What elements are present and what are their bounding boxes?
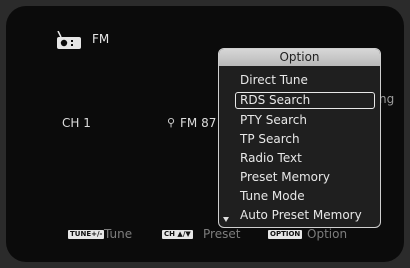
menu-item-direct-tune[interactable]: Direct Tune xyxy=(219,71,380,90)
partial-text: ng xyxy=(379,92,395,106)
scroll-down-icon[interactable] xyxy=(223,217,229,222)
menu-list: Direct Tune RDS Search PTY Search TP Sea… xyxy=(219,71,380,225)
tune-hint-label: Tune xyxy=(104,227,133,241)
menu-item-radio-text[interactable]: Radio Text xyxy=(219,149,380,168)
tv-screen: FM CH 1 ⚲ FM 87 ng TUNE+/- Tune CH ▲/▼ P… xyxy=(6,6,404,262)
menu-item-pty-search[interactable]: PTY Search xyxy=(219,111,380,130)
menu-item-tp-search[interactable]: TP Search xyxy=(219,130,380,149)
option-hint-label: Option xyxy=(307,227,348,241)
menu-item-rds-search[interactable]: RDS Search xyxy=(235,92,375,109)
radio-tuner-icon xyxy=(56,30,82,50)
ch-key-badge: CH ▲/▼ xyxy=(162,230,193,239)
menu-item-auto-preset-memory[interactable]: Auto Preset Memory xyxy=(219,206,380,225)
antenna-icon: ⚲ xyxy=(167,116,176,129)
menu-item-preset-memory[interactable]: Preset Memory xyxy=(219,168,380,187)
menu-title: Option xyxy=(219,49,380,66)
option-menu: Option Direct Tune RDS Search PTY Search… xyxy=(218,48,381,228)
option-key-badge: OPTION xyxy=(268,230,303,239)
tune-key-badge: TUNE+/- xyxy=(68,230,105,239)
frequency-label: FM 87 xyxy=(180,116,217,130)
channel-label: CH 1 xyxy=(62,116,91,130)
source-label: FM xyxy=(92,32,110,46)
menu-item-tune-mode[interactable]: Tune Mode xyxy=(219,187,380,206)
preset-hint-label: Preset xyxy=(203,227,241,241)
